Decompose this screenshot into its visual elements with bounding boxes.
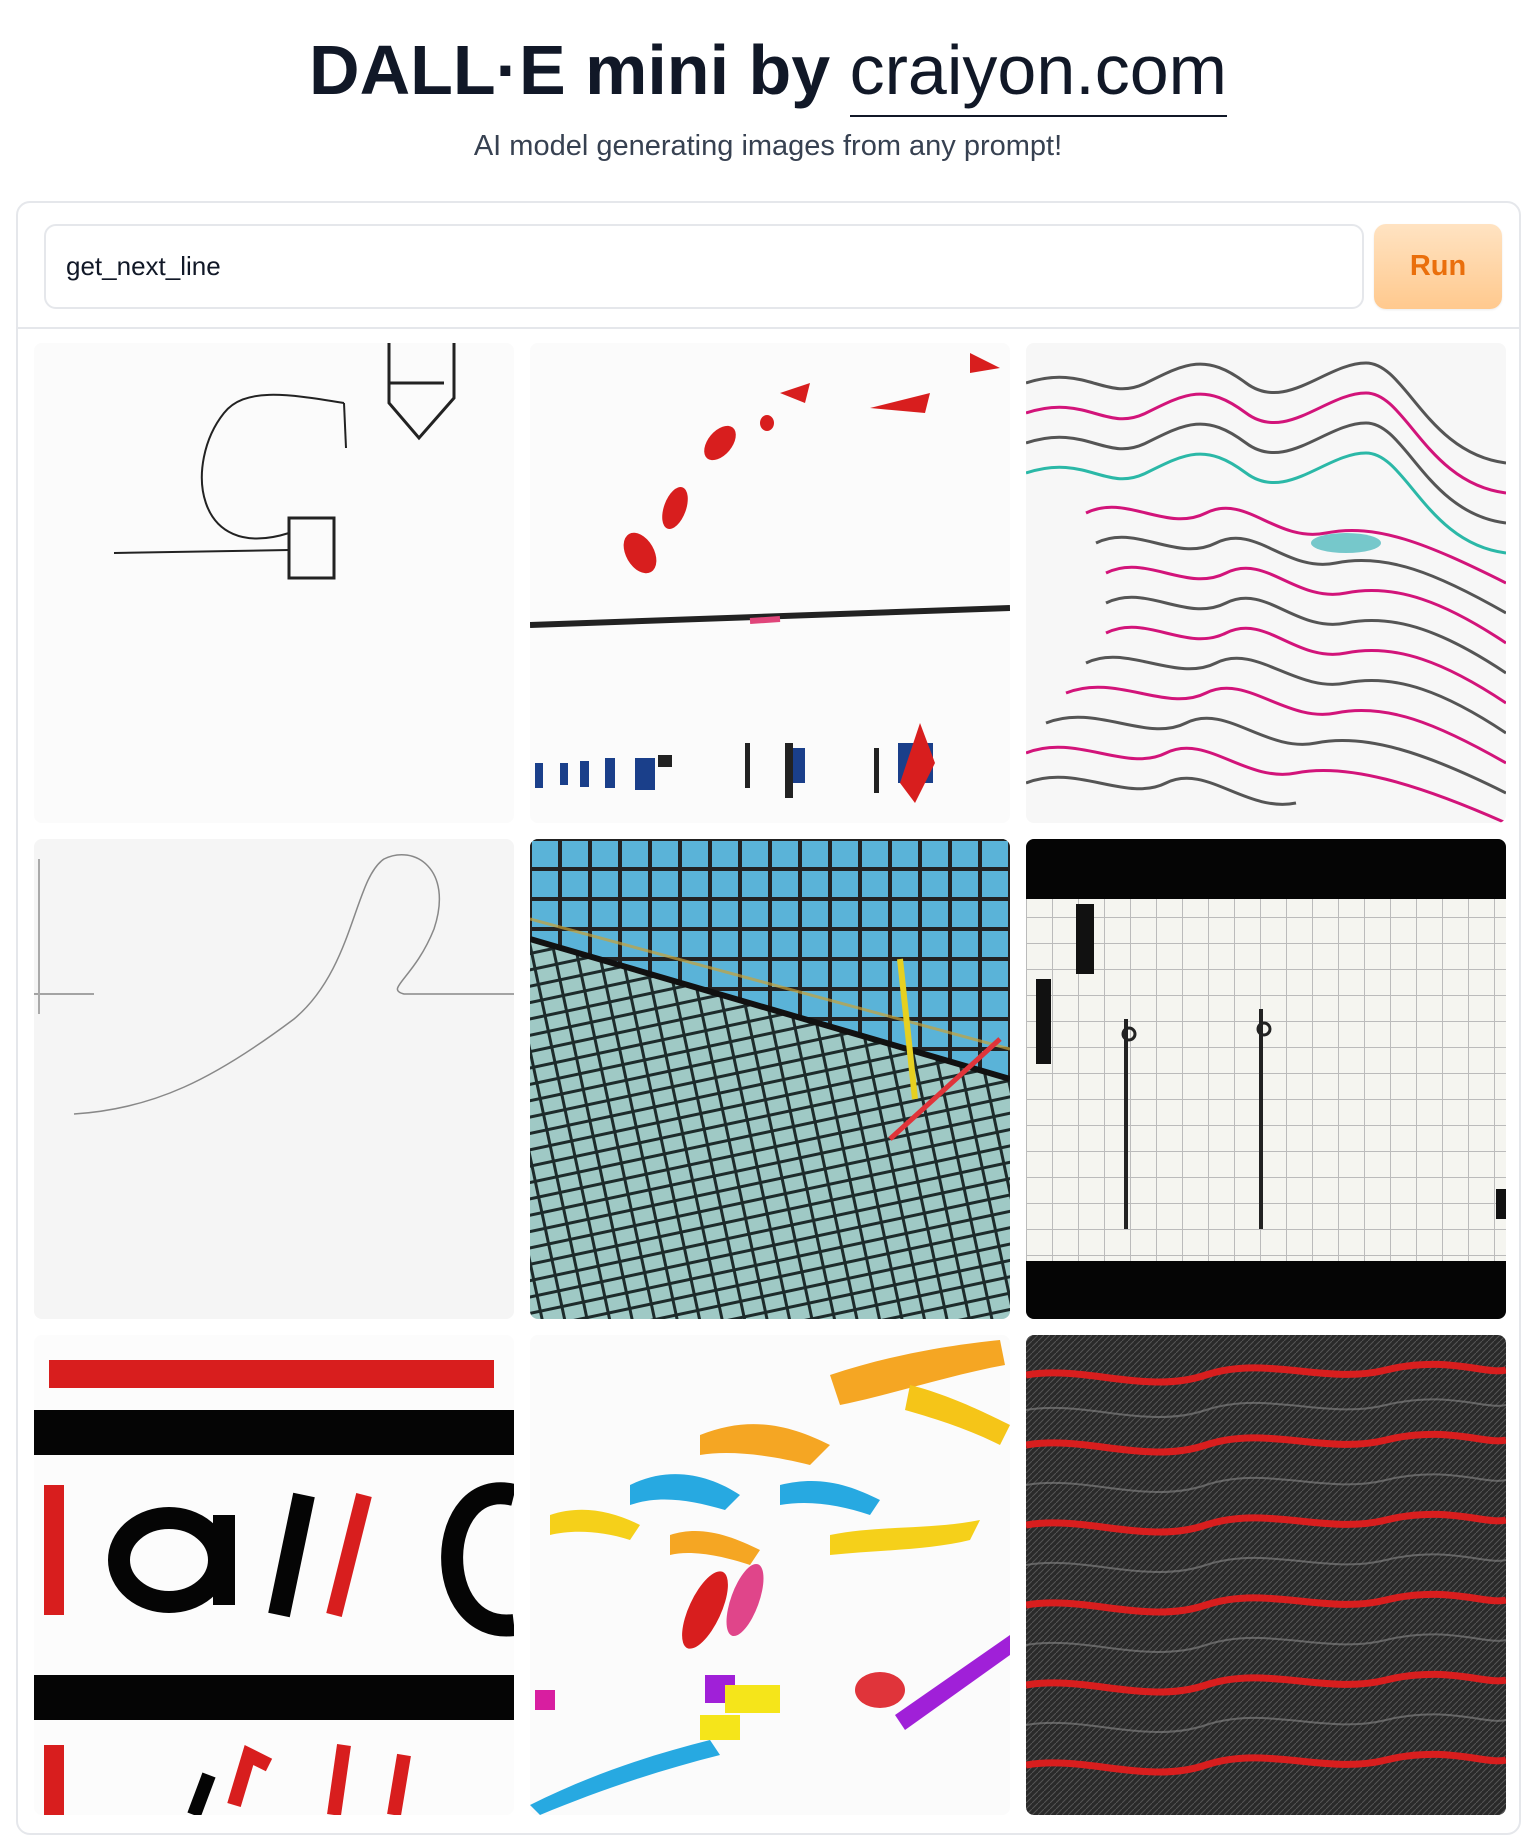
generated-image[interactable] — [530, 1335, 1010, 1815]
prompt-input[interactable] — [44, 224, 1364, 309]
generator-card: Run — [16, 201, 1521, 1835]
generated-image[interactable] — [34, 839, 514, 1319]
page-subtitle: AI model generating images from any prom… — [473, 130, 1063, 162]
generated-image[interactable] — [34, 343, 514, 823]
craiyon-link[interactable]: craiyon.com — [849, 31, 1227, 117]
generated-image[interactable] — [1026, 1335, 1506, 1815]
title-text: DALL·E mini by — [309, 31, 850, 109]
page-title: DALL·E mini by craiyon.com — [0, 30, 1536, 117]
generated-image[interactable] — [1026, 839, 1506, 1319]
prompt-toolbar: Run — [18, 203, 1519, 329]
generated-image[interactable] — [1026, 343, 1506, 823]
generated-image[interactable] — [530, 343, 1010, 823]
generated-image[interactable] — [530, 839, 1010, 1319]
run-button[interactable]: Run — [1374, 224, 1502, 309]
generated-image[interactable] — [34, 1335, 514, 1815]
